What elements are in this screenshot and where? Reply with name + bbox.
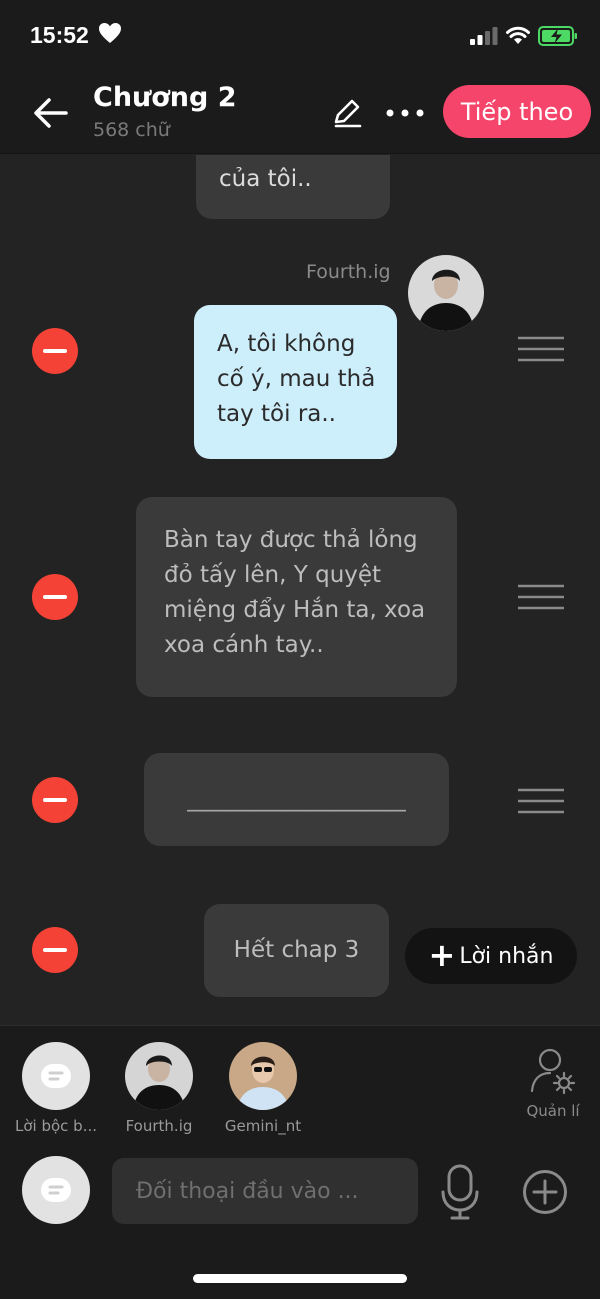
message-bubble-divider[interactable]: ___________________ [144,753,449,846]
message-bubble-partial[interactable]: của tôi.. [196,155,390,219]
narration-toggle-button[interactable] [22,1156,90,1224]
add-circle-icon[interactable] [522,1169,568,1215]
drag-handle-icon[interactable] [518,336,564,362]
pencil-icon[interactable] [330,96,364,130]
remove-message-button[interactable] [32,574,78,620]
message-bubble-icon [41,1178,71,1202]
status-time: 15:52 [30,22,89,48]
message-line: tay tôi ra.. [217,401,336,427]
chat-area: của tôi.. Fourth.ig A, tôi không cố ý, m… [0,155,600,1025]
drag-handle-icon[interactable] [518,788,564,814]
character-bar: Lời bộc b... Fourth.ig Gemini_nt Quản lí… [0,1025,600,1299]
message-line: Bàn tay được thả lỏng [164,527,418,553]
avatar [125,1042,193,1110]
character-narrator[interactable]: Lời bộc b... [6,1042,106,1135]
add-note-button[interactable]: + Lời nhắn [405,928,577,984]
next-chapter-button[interactable]: Tiếp theo [443,85,591,138]
message-line: A, tôi không [217,331,356,357]
message-bubble-icon [41,1064,71,1088]
back-arrow-icon[interactable] [32,94,70,132]
drag-handle-icon[interactable] [518,584,564,610]
message-line: cố ý, mau thả [217,366,376,392]
message-line: đỏ tấy lên, Y quyệt [164,562,382,588]
message-bubble-end[interactable]: Hết chap 3 [204,904,389,997]
chapter-title: Chương 2 [93,82,237,113]
avatar [22,1042,90,1110]
message-line: xoa cánh tay.. [164,632,324,658]
home-indicator [193,1274,407,1283]
character-gemini[interactable]: Gemini_nt [213,1042,313,1135]
sender-name: Fourth.ig [306,261,391,283]
manage-label: Quản lí [526,1102,580,1120]
cellular-signal-icon [470,27,498,45]
dialogue-input[interactable] [112,1158,418,1224]
remove-message-button[interactable] [32,328,78,374]
battery-charging-icon [538,26,577,46]
microphone-icon[interactable] [440,1164,480,1220]
wifi-icon [506,26,530,44]
character-name: Gemini_nt [224,1117,302,1135]
avatar-photo [125,1042,193,1110]
avatar[interactable] [408,255,484,331]
character-name: Fourth.ig [125,1117,193,1135]
message-bubble-character[interactable]: A, tôi không cố ý, mau thả tay tôi ra.. [194,305,397,459]
message-text: của tôi.. [219,166,312,192]
remove-message-button[interactable] [32,927,78,973]
chapter-header: Chương 2 568 chữ Tiếp theo [0,76,600,154]
character-name: Lời bộc b... [14,1117,97,1135]
word-count: 568 chữ [93,119,170,141]
character-fourth[interactable]: Fourth.ig [109,1042,209,1135]
user-settings-icon [530,1048,576,1095]
remove-message-button[interactable] [32,777,78,823]
add-note-label: Lời nhắn [459,943,554,969]
avatar [229,1042,297,1110]
heart-icon [99,23,121,43]
manage-characters-button[interactable]: Quản lí [523,1046,583,1120]
more-options-icon[interactable] [384,100,426,126]
avatar-photo [408,255,484,331]
status-bar: 15:52 [0,0,600,76]
avatar-photo [229,1042,297,1110]
message-text: ___________________ [187,786,406,812]
plus-icon: + [428,935,456,974]
message-line: miệng đẩy Hắn ta, xoa [164,597,426,623]
message-text: Hết chap 3 [233,937,360,963]
message-bubble-narration[interactable]: Bàn tay được thả lỏng đỏ tấy lên, Y quyệ… [136,497,457,697]
